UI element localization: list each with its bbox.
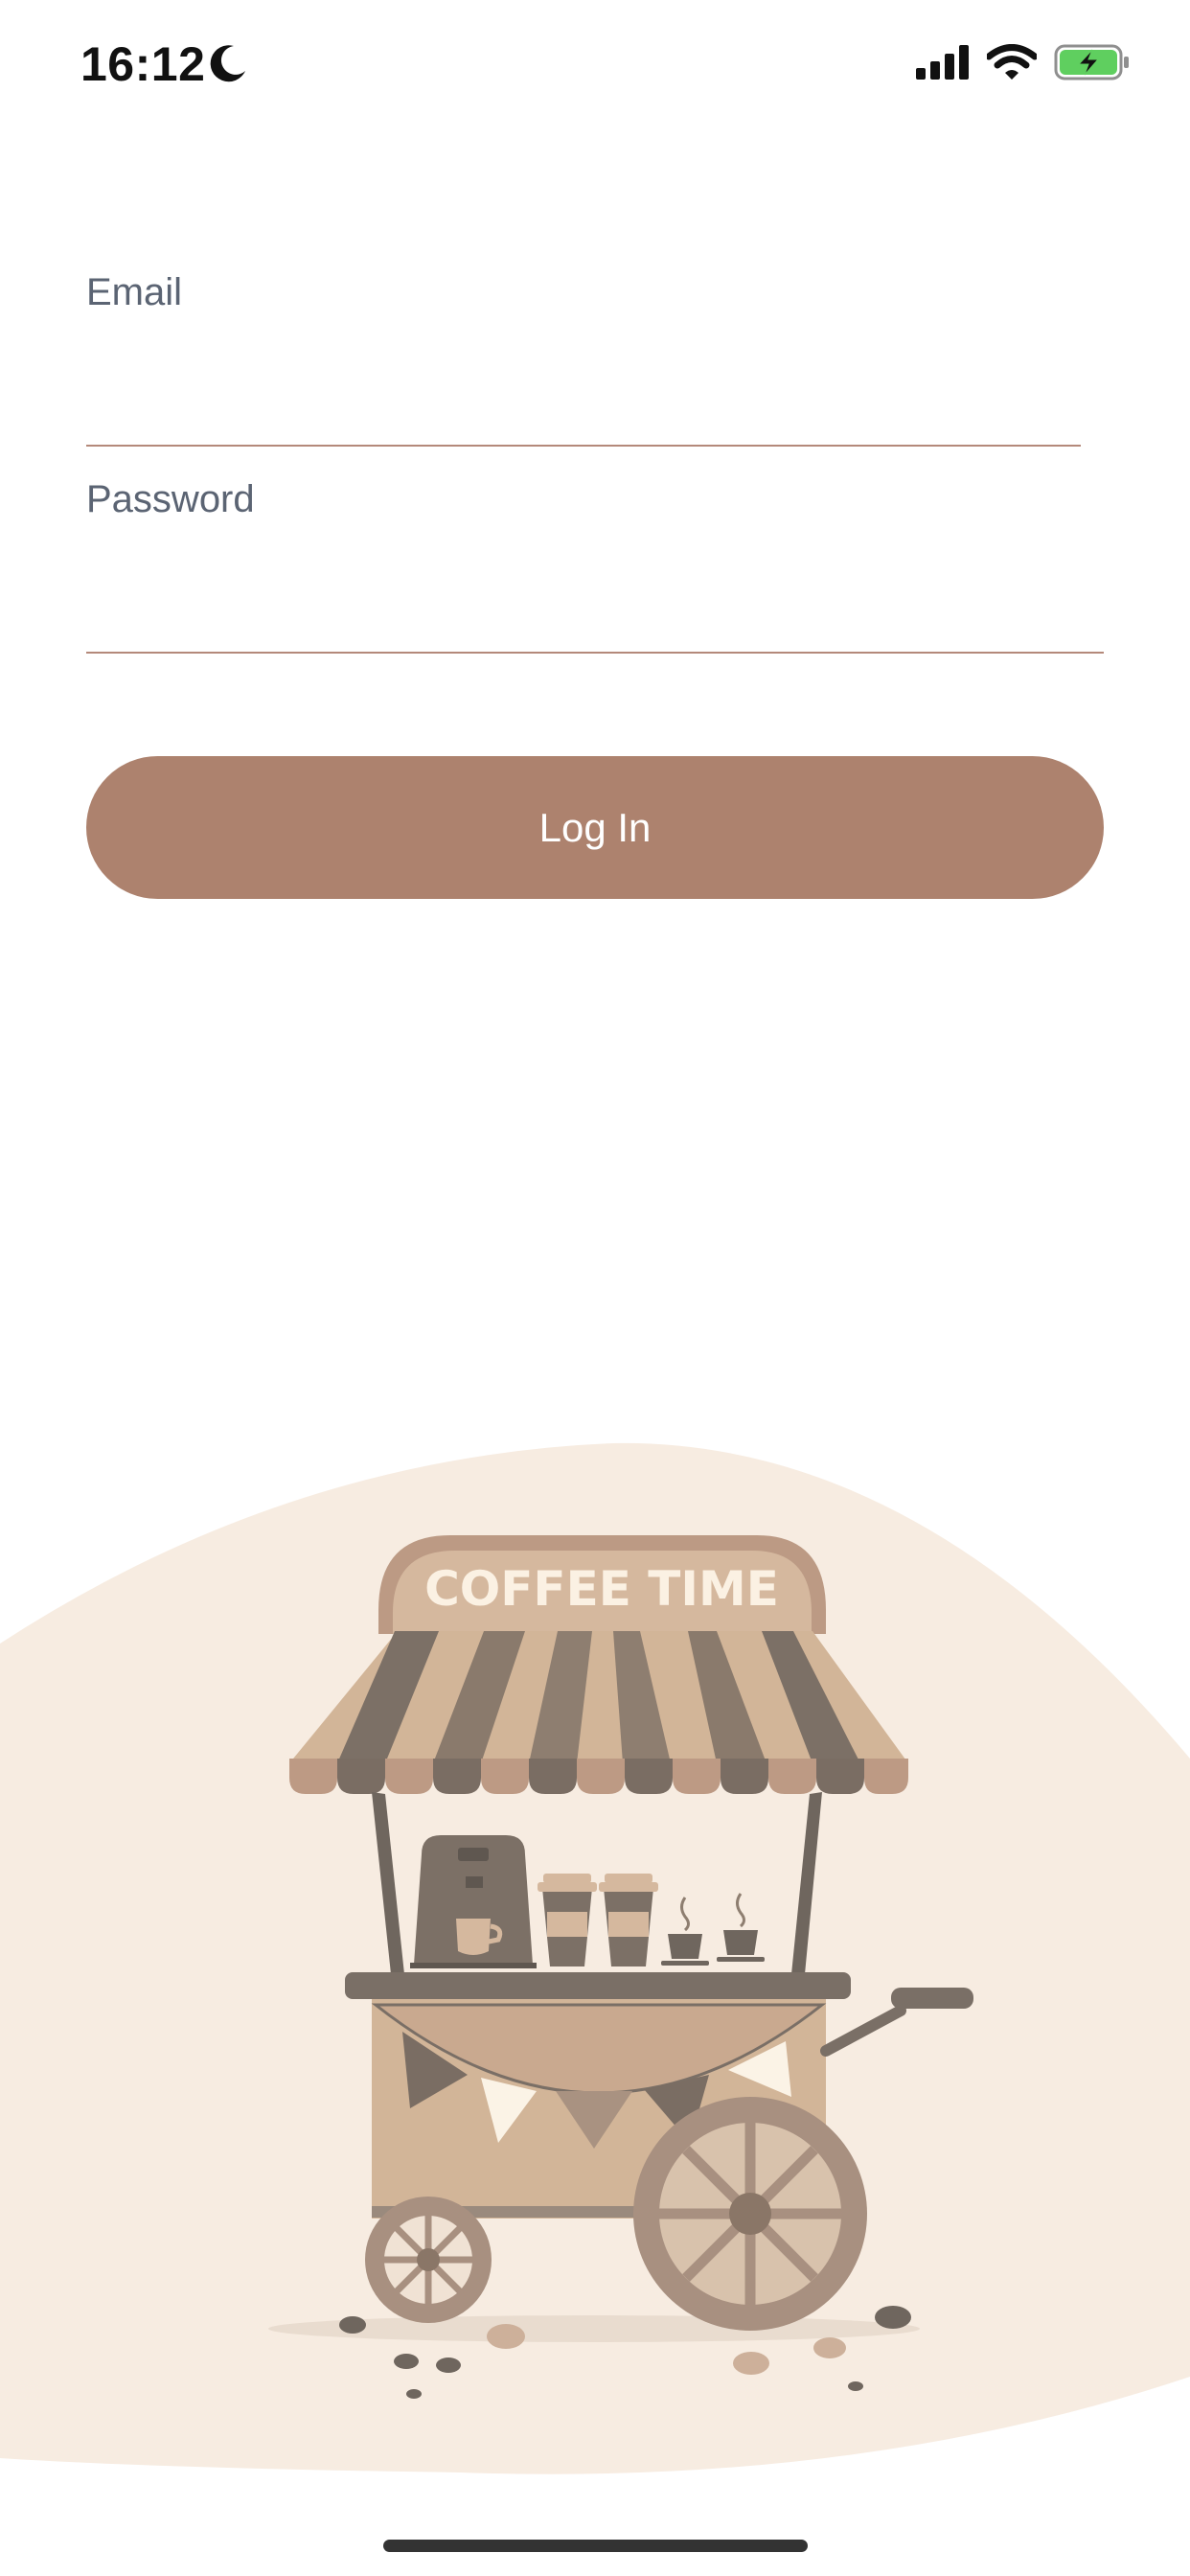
status-icons <box>916 44 1131 80</box>
status-time: 16:12 <box>80 37 206 91</box>
email-underline <box>86 445 1081 447</box>
small-wheel <box>365 2196 492 2323</box>
moon-icon <box>210 45 245 82</box>
espresso-machine <box>410 1835 537 1968</box>
password-label: Password <box>86 478 255 520</box>
counter-top <box>345 1972 851 1999</box>
login-button-label: Log In <box>538 804 652 850</box>
home-indicator[interactable] <box>383 2540 808 2552</box>
battery-charging-icon <box>1054 44 1129 80</box>
email-label: Email <box>86 271 183 313</box>
login-button[interactable]: Log In <box>86 756 1104 899</box>
coffee-cart-illustration: COFFEE TIME <box>0 1442 1190 2474</box>
sign-text: COFFEE TIME <box>424 1561 779 1617</box>
email-field[interactable] <box>86 355 1081 441</box>
password-field[interactable] <box>86 561 1104 647</box>
large-wheel <box>633 2097 867 2331</box>
cellular-signal-icon <box>916 45 969 80</box>
wifi-icon <box>987 44 1037 80</box>
password-underline <box>86 652 1104 654</box>
